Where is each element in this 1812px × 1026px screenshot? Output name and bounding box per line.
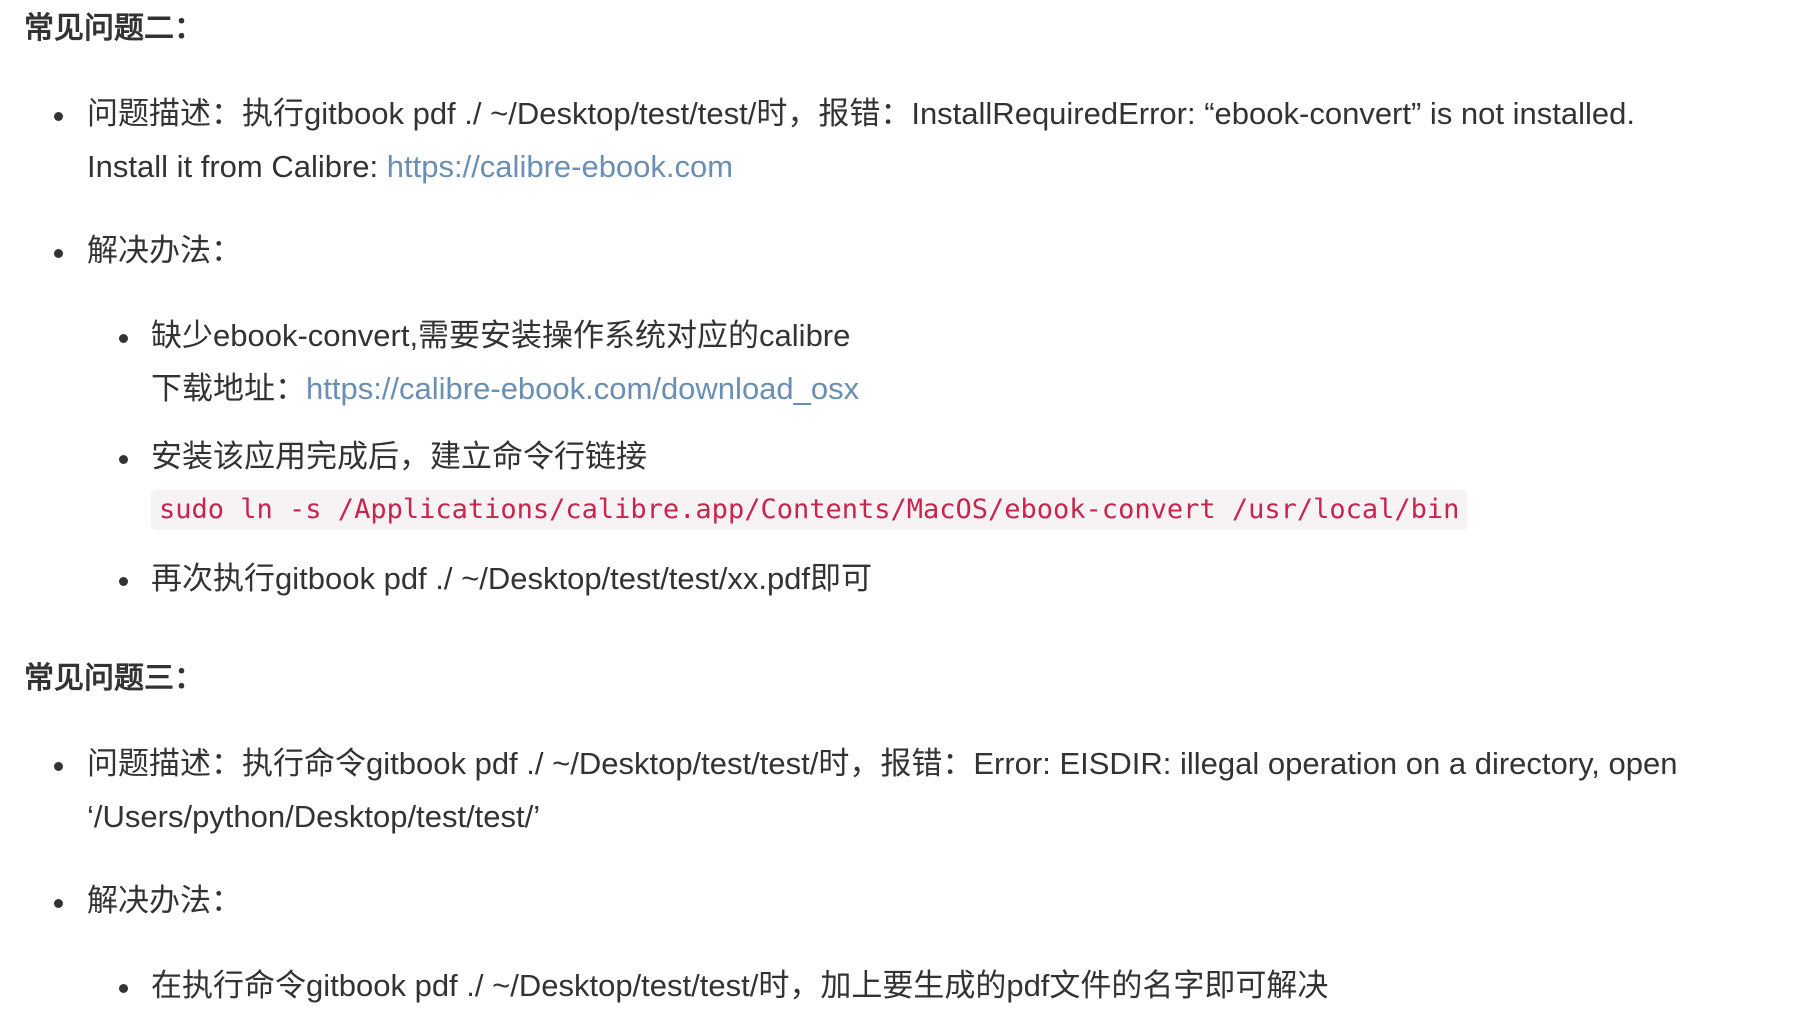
section3-description-line1: 问题描述：执行命令gitbook pdf ./ ~/Desktop/test/t… [87,746,1678,781]
bullet [54,899,63,908]
section2-heading: 常见问题二： [24,12,204,45]
section3-description-line2: ‘/Users/python/Desktop/test/test/’ [87,799,541,834]
section2-solution-label: 解决办法： [87,233,242,268]
bullet [54,112,63,121]
section3-heading: 常见问题三： [24,662,204,695]
section2-description-prefix: Install it from Calibre: [87,149,387,184]
section3-sub1-line1: 在执行命令gitbook pdf ./ ~/Desktop/test/test/… [151,968,1329,1003]
section2-sub2-line1: 安装该应用完成后，建立命令行链接 [151,439,647,474]
bullet [119,455,128,464]
download-label: 下载地址： [151,371,306,406]
bullet [119,577,128,586]
calibre-link[interactable]: https://calibre-ebook.com [387,149,733,184]
section2-sub3-line1: 再次执行gitbook pdf ./ ~/Desktop/test/test/x… [151,561,873,596]
section2-sub1-line1: 缺少ebook-convert,需要安装操作系统对应的calibre [151,318,851,353]
bullet [54,249,63,258]
document-page: 常见问题二： 问题描述：执行gitbook pdf ./ ~/Desktop/t… [0,0,1812,1026]
symlink-command-code: sudo ln -s /Applications/calibre.app/Con… [151,490,1468,530]
bullet [54,762,63,771]
bullet [119,984,128,993]
bullet [119,334,128,343]
section3-solution-label: 解决办法： [87,883,242,918]
section2-description-line2: Install it from Calibre: https://calibre… [87,151,733,182]
section2-description-line1: 问题描述：执行gitbook pdf ./ ~/Desktop/test/tes… [87,96,1635,131]
section2-sub1-line2: 下载地址：https://calibre-ebook.com/download_… [151,373,859,404]
calibre-download-link[interactable]: https://calibre-ebook.com/download_osx [306,371,859,406]
